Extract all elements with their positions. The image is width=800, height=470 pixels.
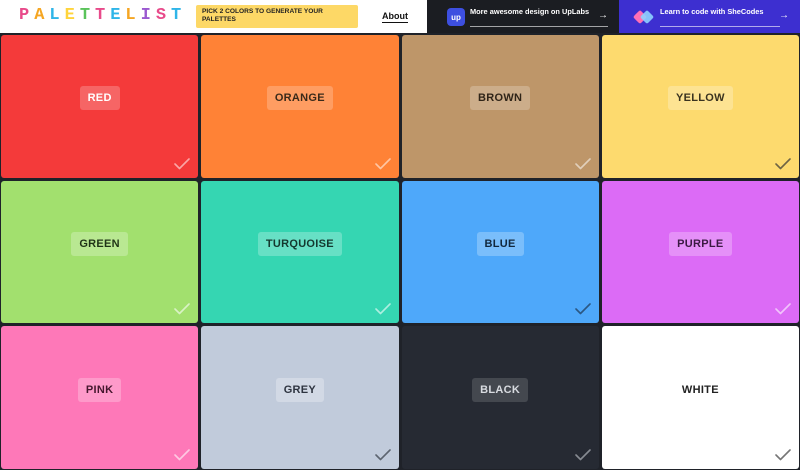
color-tile-grey[interactable]: GREY xyxy=(201,326,399,469)
uplabs-promo[interactable]: up More awesome design on UpLabs → xyxy=(427,0,619,33)
color-tile-label: PURPLE xyxy=(669,231,732,256)
uplabs-promo-text: More awesome design on UpLabs xyxy=(470,7,590,16)
checkmark-icon xyxy=(574,157,591,169)
color-tile-label: GREEN xyxy=(71,231,128,256)
logo-letter: E xyxy=(64,6,80,25)
color-tile-label: BROWN xyxy=(469,86,531,111)
shecodes-icon xyxy=(633,10,654,24)
checkmark-icon xyxy=(574,449,591,461)
checkmark-icon xyxy=(775,449,791,461)
top-bar: PALETTELIST PICK 2 COLORS TO GENERATE YO… xyxy=(0,0,800,33)
logo-letter: L xyxy=(49,6,65,25)
color-tile-turquoise[interactable]: TURQUOISE xyxy=(201,180,399,324)
color-tile-pink[interactable]: PINK xyxy=(1,326,199,469)
checkmark-icon xyxy=(374,157,391,169)
checkmark-icon xyxy=(775,303,791,315)
logo-letter: T xyxy=(95,6,111,25)
logo-letter: P xyxy=(19,6,35,25)
checkmark-icon xyxy=(374,303,391,315)
instruction-banner: PICK 2 COLORS TO GENERATE YOUR PALETTES xyxy=(196,5,358,28)
color-tile-label: GREY xyxy=(275,377,325,402)
shecodes-promo[interactable]: Learn to code with SheCodes → xyxy=(619,0,800,33)
checkmark-icon xyxy=(174,157,191,169)
color-tile-label: WHITE xyxy=(681,383,719,396)
logo-letter: I xyxy=(140,6,156,25)
color-tile-black[interactable]: BLACK xyxy=(401,326,599,469)
logo-letter: L xyxy=(125,6,141,25)
checkmark-icon xyxy=(174,449,191,461)
color-tile-label: RED xyxy=(79,86,120,111)
color-tile-label: BLUE xyxy=(476,231,524,256)
checkmark-icon xyxy=(574,303,591,315)
color-tile-label: TURQUOISE xyxy=(257,231,342,256)
shecodes-promo-text: Learn to code with SheCodes xyxy=(660,7,764,16)
color-tile-yellow[interactable]: YELLOW xyxy=(601,35,799,178)
uplabs-icon: up xyxy=(447,8,465,26)
logo-letter: T xyxy=(171,6,187,25)
palettelist-logo[interactable]: PALETTELIST xyxy=(19,6,186,25)
color-tile-label: YELLOW xyxy=(667,86,733,111)
logo-letter: E xyxy=(110,6,126,25)
arrow-right-icon: → xyxy=(598,10,608,21)
logo-letter: T xyxy=(79,6,96,25)
color-tile-orange[interactable]: ORANGE xyxy=(201,35,399,178)
shecodes-underline xyxy=(660,26,780,27)
checkmark-icon xyxy=(374,449,391,461)
color-tile-blue[interactable]: BLUE xyxy=(401,180,599,324)
arrow-right-icon: → xyxy=(779,10,789,21)
logo-letter: S xyxy=(155,6,172,25)
color-tile-purple[interactable]: PURPLE xyxy=(601,180,799,324)
uplabs-underline xyxy=(470,26,608,27)
checkmark-icon xyxy=(775,157,791,169)
checkmark-icon xyxy=(174,303,191,315)
color-tile-white[interactable]: WHITE xyxy=(601,326,799,469)
color-tile-label: ORANGE xyxy=(266,86,333,111)
color-grid: RED ORANGE BROWN YELLOW GREEN TURQUOISE BLUE PU… xyxy=(0,33,800,470)
color-tile-red[interactable]: RED xyxy=(1,35,199,178)
header-left: PALETTELIST PICK 2 COLORS TO GENERATE YO… xyxy=(0,0,427,33)
about-link[interactable]: About xyxy=(382,11,408,23)
color-tile-brown[interactable]: BROWN xyxy=(401,35,599,178)
color-tile-label: BLACK xyxy=(472,377,529,402)
logo-letter: A xyxy=(34,6,50,25)
color-tile-green[interactable]: GREEN xyxy=(1,180,199,324)
color-tile-label: PINK xyxy=(77,377,122,402)
